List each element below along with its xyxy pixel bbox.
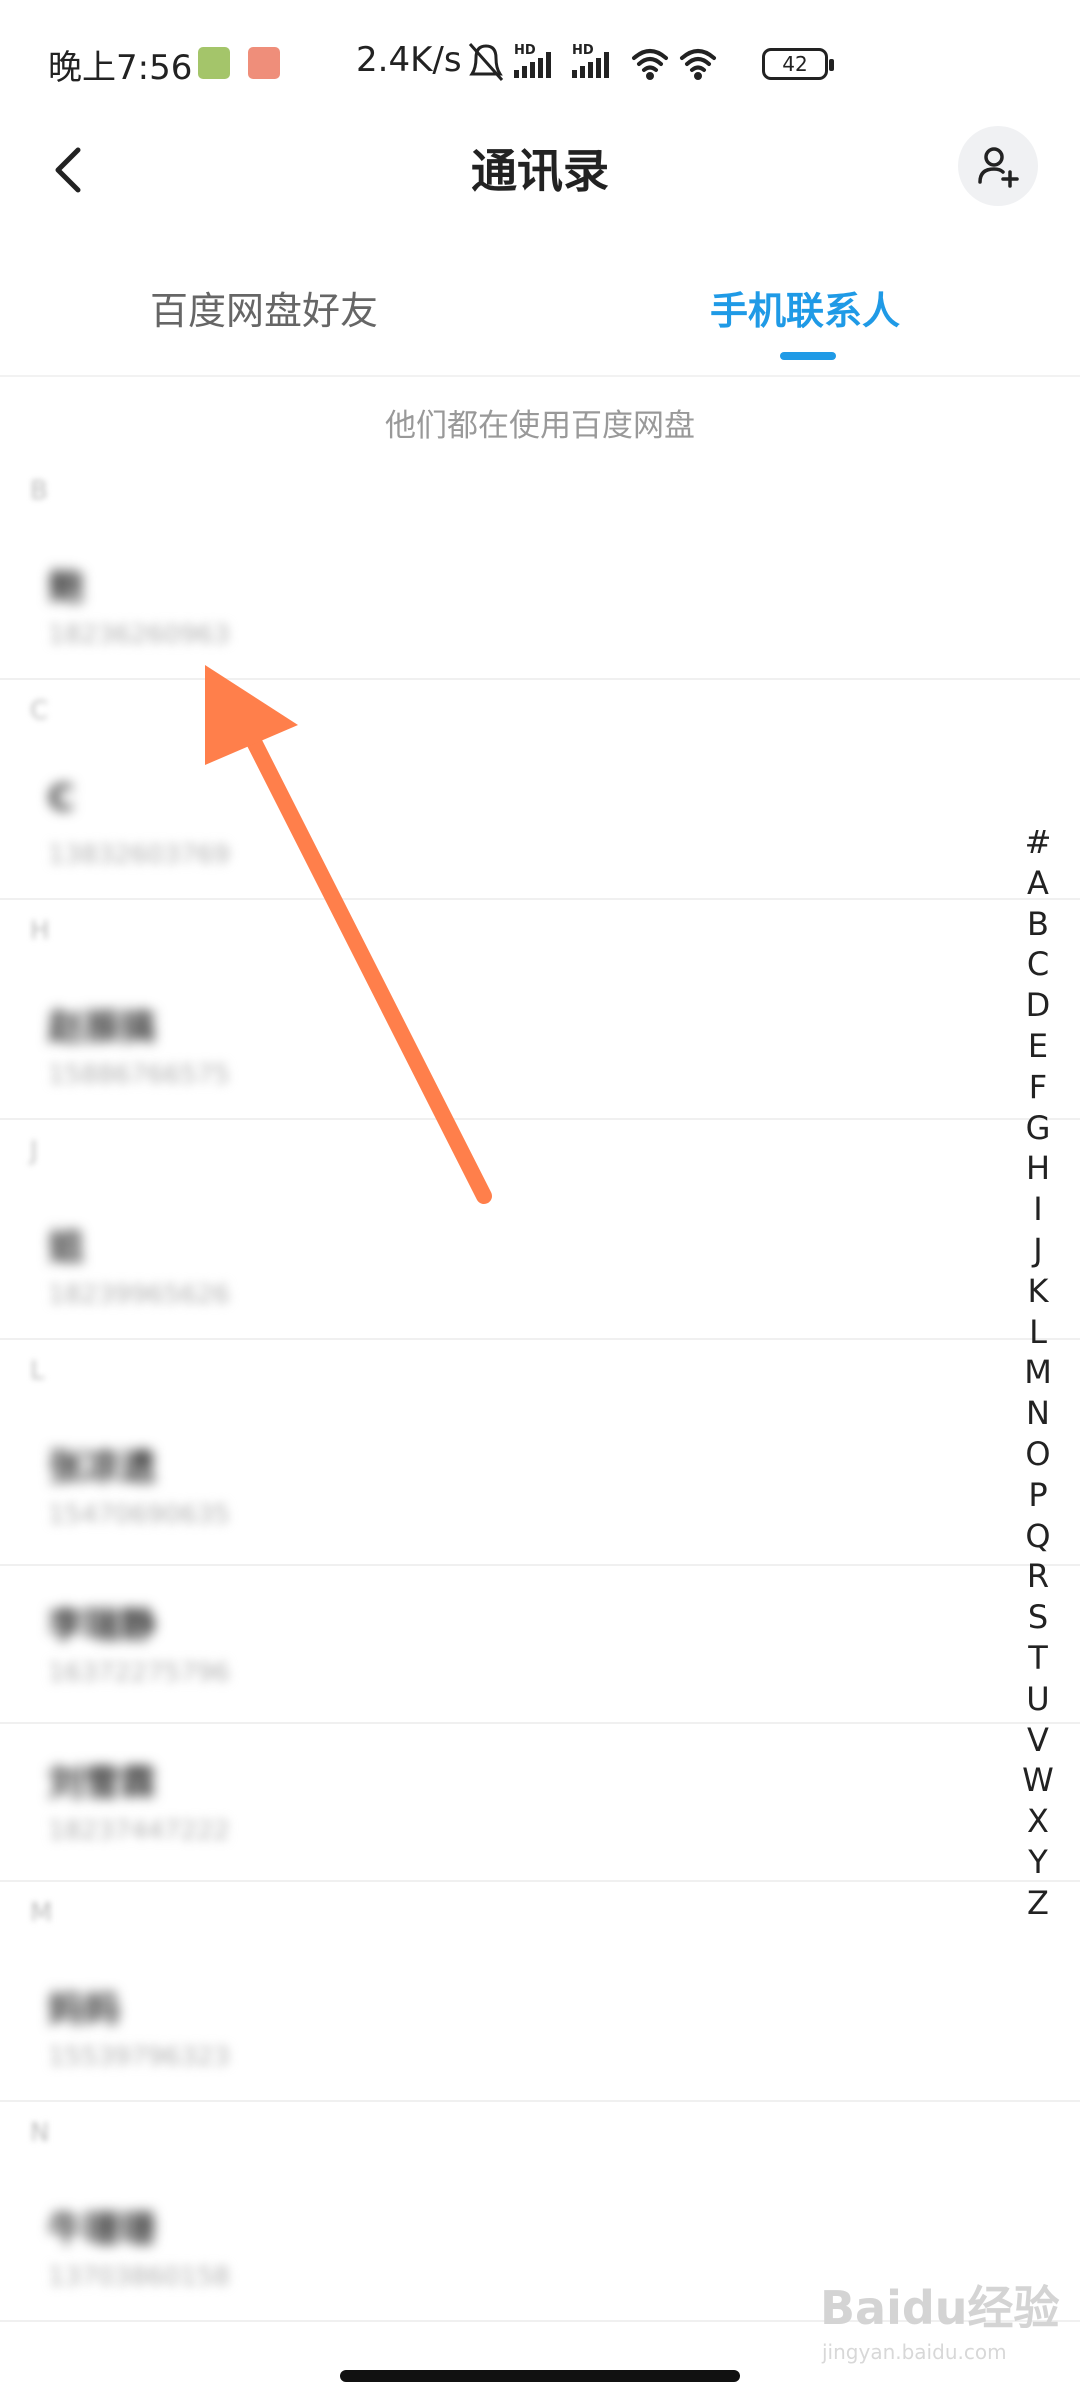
index-letter[interactable]: M	[1010, 1352, 1066, 1393]
tab-divider	[0, 375, 1080, 377]
index-letter[interactable]: X	[1010, 1801, 1066, 1842]
app-icon-green	[198, 47, 230, 79]
index-letter[interactable]: Q	[1010, 1516, 1066, 1557]
index-letter[interactable]: E	[1010, 1026, 1066, 1067]
contacts-screen: 晚上7:56 2.4K/s HD HD 42 通讯录 百度网盘好友 手机联系人 …	[0, 0, 1080, 2400]
index-letter[interactable]: G	[1010, 1108, 1066, 1149]
tab-active-indicator	[780, 352, 836, 360]
contact-phone: 18239965626	[48, 1280, 230, 1310]
index-letter[interactable]: #	[1010, 822, 1066, 863]
index-letter[interactable]: I	[1010, 1189, 1066, 1230]
index-letter[interactable]: J	[1010, 1230, 1066, 1271]
contact-item[interactable]: 李瑞静 16372275796	[0, 1566, 1080, 1724]
contact-item[interactable]: 赵振搞 15886766575	[0, 968, 1080, 1120]
contact-item[interactable]: 鲍 18236260963	[0, 528, 1080, 680]
contact-name: 赵振搞	[48, 1007, 157, 1048]
contact-phone: 15886766575	[48, 1060, 230, 1090]
index-letter[interactable]: H	[1010, 1148, 1066, 1189]
index-letter[interactable]: R	[1010, 1556, 1066, 1597]
section-header: C	[30, 696, 49, 726]
contact-item[interactable]: 张凉遗 15470690635	[0, 1408, 1080, 1566]
index-letter[interactable]: Z	[1010, 1883, 1066, 1924]
contact-item[interactable]: 刘雪霖 18237447222	[0, 1724, 1080, 1882]
index-letter[interactable]: Y	[1010, 1842, 1066, 1883]
contact-item[interactable]: 妈妈 15539796323	[0, 1950, 1080, 2102]
contact-phone: 15539796323	[48, 2042, 230, 2072]
battery-icon: 42	[762, 48, 834, 80]
index-letter[interactable]: W	[1010, 1760, 1066, 1801]
add-contact-button[interactable]	[958, 126, 1038, 206]
svg-text:HD: HD	[572, 43, 594, 58]
index-letter[interactable]: D	[1010, 985, 1066, 1026]
index-letter[interactable]: P	[1010, 1475, 1066, 1516]
alphabet-index[interactable]: # A B C D E F G H I J K L M N O P Q R S T U V W X Y Z	[1010, 822, 1066, 1924]
contact-phone: 18236260963	[48, 620, 230, 650]
index-letter[interactable]: U	[1010, 1679, 1066, 1720]
section-header: B	[30, 476, 48, 506]
section-header: H	[30, 916, 50, 946]
index-letter[interactable]: L	[1010, 1312, 1066, 1353]
section-header: J	[30, 1136, 38, 1166]
index-letter[interactable]: F	[1010, 1067, 1066, 1108]
contact-phone: 15470690635	[48, 1500, 230, 1530]
contact-name: 妈妈	[48, 1989, 121, 2030]
section-header: L	[30, 1356, 45, 1386]
network-speed: 2.4K/s	[356, 40, 462, 80]
index-letter[interactable]: O	[1010, 1434, 1066, 1475]
page-title: 通讯录	[471, 144, 609, 198]
index-letter[interactable]: K	[1010, 1271, 1066, 1312]
section-header: M	[30, 1898, 53, 1928]
contact-name: 鲍	[48, 567, 85, 608]
status-time: 晚上7:56	[48, 48, 193, 88]
contact-item[interactable]: C 13832603769	[0, 748, 1080, 900]
bell-off-icon	[468, 43, 504, 81]
contact-name: 张凉遗	[48, 1447, 157, 1488]
baidu-watermark: Baidu经验	[820, 2281, 1060, 2335]
index-letter[interactable]: N	[1010, 1393, 1066, 1434]
list-subtitle: 他们都在使用百度网盘	[385, 408, 695, 444]
tab-phone-contacts[interactable]: 手机联系人	[710, 280, 900, 335]
index-letter[interactable]: T	[1010, 1638, 1066, 1679]
baidu-watermark-url: jingyan.baidu.com	[822, 2340, 1007, 2364]
contact-name: 李瑞静	[48, 1605, 157, 1646]
contact-name: 姐	[48, 1227, 85, 1268]
index-letter[interactable]: A	[1010, 863, 1066, 904]
tab-bar: 百度网盘好友 手机联系人	[0, 280, 1080, 380]
app-icon-red	[248, 47, 280, 79]
contact-phone: 13832603769	[48, 840, 230, 870]
contact-item[interactable]: 姐 18239965626	[0, 1188, 1080, 1340]
svg-text:HD: HD	[514, 43, 536, 58]
index-letter[interactable]: B	[1010, 904, 1066, 945]
contact-name: 刘雪霖	[48, 1763, 157, 1804]
index-letter[interactable]: C	[1010, 944, 1066, 985]
contact-phone: 18237447222	[48, 1816, 230, 1846]
index-letter[interactable]: V	[1010, 1720, 1066, 1761]
hd-signal-icon: HD	[514, 43, 551, 78]
tab-baidu-friends[interactable]: 百度网盘好友	[150, 280, 378, 335]
section-header: N	[30, 2118, 50, 2148]
wifi-icon	[632, 49, 668, 80]
index-letter[interactable]: S	[1010, 1597, 1066, 1638]
hd-signal-icon: HD	[572, 43, 609, 78]
status-bar: 晚上7:56 2.4K/s HD HD 42	[0, 0, 1080, 130]
wifi-icon	[680, 49, 716, 80]
home-indicator[interactable]	[340, 2370, 740, 2382]
contact-name: C	[48, 778, 75, 819]
add-contact-icon	[978, 147, 1019, 188]
contact-phone: 16372275796	[48, 1658, 230, 1688]
contact-list: B 鲍 18236260963 C C 13832603769 H 赵振搞 15…	[0, 460, 1080, 2322]
contact-phone: 13703860158	[48, 2262, 230, 2292]
contact-name: 牛珊珊	[48, 2209, 157, 2250]
